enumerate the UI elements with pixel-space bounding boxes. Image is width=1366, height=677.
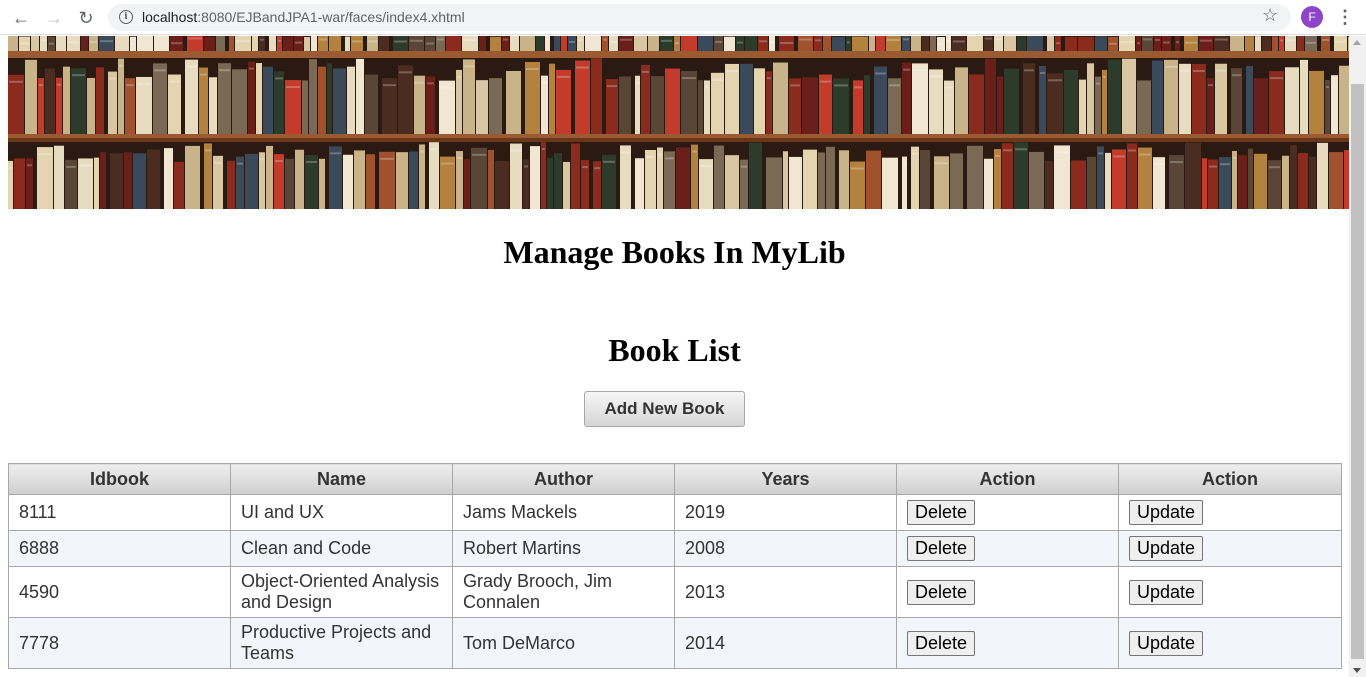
books-table: Idbook Name Author Years Action Action 8… <box>8 463 1342 669</box>
cell-year: 2008 <box>674 530 897 567</box>
column-header-name[interactable]: Name <box>230 463 453 495</box>
cell-idbook: 7778 <box>8 617 231 669</box>
cell-author: Grady Brooch, Jim Connalen <box>452 566 675 618</box>
bookshelf-banner-image <box>8 36 1349 209</box>
table-row: 7778 Productive Projects and Teams Tom D… <box>8 617 1342 669</box>
url-host: localhost <box>142 9 198 25</box>
scroll-down-arrow-icon[interactable] <box>1353 668 1361 673</box>
cell-update: Update <box>1118 494 1342 531</box>
cell-author: Jams Mackels <box>452 494 675 531</box>
book-list-title: Book List <box>608 332 741 368</box>
cell-update: Update <box>1118 566 1342 618</box>
cell-name: UI and UX <box>230 494 453 531</box>
delete-button[interactable]: Delete <box>907 500 976 525</box>
reload-icon[interactable]: ↻ <box>73 5 99 31</box>
cell-delete: Delete <box>896 566 1119 618</box>
cell-author: Robert Martins <box>452 530 675 567</box>
cell-name: Object-Oriented Analysis and Design <box>230 566 453 618</box>
update-button[interactable]: Update <box>1129 579 1204 605</box>
page-viewport: Manage Books In MyLib Book List Add New … <box>0 36 1349 677</box>
update-button[interactable]: Update <box>1129 536 1204 561</box>
url-path: :8080/EJBandJPA1-war/faces/index4.xhtml <box>197 9 465 25</box>
delete-button[interactable]: Delete <box>907 536 976 561</box>
cell-update: Update <box>1118 530 1342 567</box>
column-header-idbook[interactable]: Idbook <box>8 463 231 495</box>
forward-arrow-icon[interactable]: → <box>41 5 67 31</box>
cell-author: Tom DeMarco <box>452 617 675 669</box>
page-title: Manage Books In MyLib <box>503 234 846 270</box>
cell-name: Productive Projects and Teams <box>230 617 453 669</box>
table-row: 8111 UI and UX Jams Mackels 2019 Delete … <box>8 494 1342 531</box>
scrollbar-thumb[interactable] <box>1351 84 1364 659</box>
column-header-author[interactable]: Author <box>452 463 675 495</box>
column-header-action-update[interactable]: Action <box>1118 463 1342 495</box>
column-header-action-delete[interactable]: Action <box>896 463 1119 495</box>
update-button[interactable]: Update <box>1129 630 1204 656</box>
url-text[interactable]: localhost:8080/EJBandJPA1-war/faces/inde… <box>142 9 465 25</box>
browser-toolbar: ← → ↻ i localhost:8080/EJBandJPA1-war/fa… <box>0 0 1366 35</box>
cell-delete: Delete <box>896 617 1119 669</box>
delete-button[interactable]: Delete <box>907 579 976 605</box>
bookmark-star-icon[interactable]: ☆ <box>1262 5 1278 26</box>
back-arrow-icon[interactable]: ← <box>8 5 34 31</box>
cell-idbook: 6888 <box>8 530 231 567</box>
scroll-up-arrow-icon[interactable] <box>1353 40 1361 45</box>
cell-idbook: 4590 <box>8 566 231 618</box>
more-vert-icon[interactable]: ⋮ <box>1336 6 1354 28</box>
column-header-years[interactable]: Years <box>674 463 897 495</box>
add-new-book-button[interactable]: Add New Book <box>584 391 745 427</box>
bookshelf-illustration <box>8 36 1349 209</box>
profile-avatar[interactable]: F <box>1301 6 1323 28</box>
table-header-row: Idbook Name Author Years Action Action <box>8 463 1342 495</box>
delete-button[interactable]: Delete <box>907 630 976 656</box>
table-row: 4590 Object-Oriented Analysis and Design… <box>8 566 1342 618</box>
cell-year: 2013 <box>674 566 897 618</box>
cell-delete: Delete <box>896 530 1119 567</box>
cell-name: Clean and Code <box>230 530 453 567</box>
cell-update: Update <box>1118 617 1342 669</box>
cell-year: 2019 <box>674 494 897 531</box>
table-row: 6888 Clean and Code Robert Martins 2008 … <box>8 530 1342 567</box>
address-bar[interactable]: i localhost:8080/EJBandJPA1-war/faces/in… <box>108 4 1291 31</box>
cell-delete: Delete <box>896 494 1119 531</box>
site-info-icon[interactable]: i <box>119 10 133 24</box>
cell-year: 2014 <box>674 617 897 669</box>
cell-idbook: 8111 <box>8 494 231 531</box>
vertical-scrollbar[interactable] <box>1349 36 1366 677</box>
update-button[interactable]: Update <box>1129 500 1204 525</box>
